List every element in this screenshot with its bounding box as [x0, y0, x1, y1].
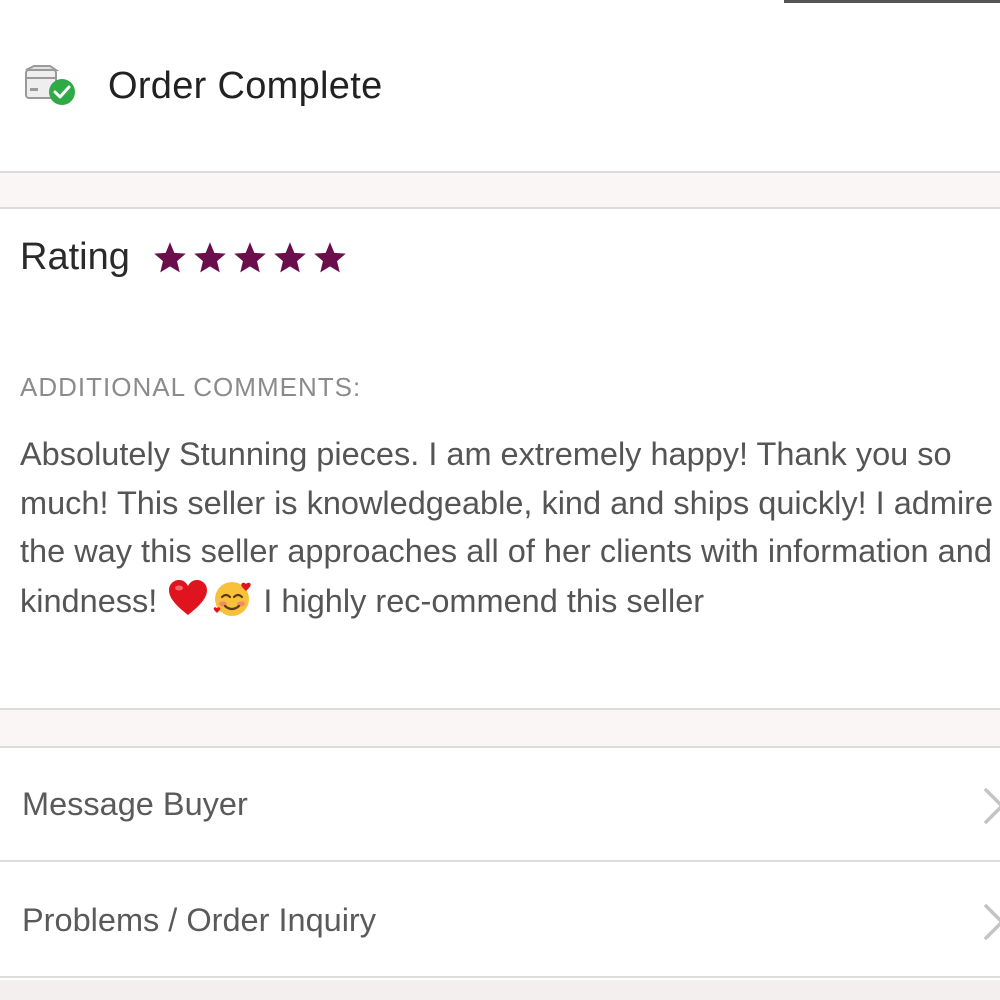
star-icon	[274, 241, 306, 272]
package-check-icon	[24, 62, 80, 110]
star-rating	[152, 240, 348, 276]
rating-row: Rating	[20, 236, 348, 279]
message-buyer-button[interactable]: Message Buyer	[0, 748, 1000, 862]
red-heart-emoji	[166, 576, 210, 620]
rating-label: Rating	[20, 236, 130, 278]
star-icon	[154, 241, 186, 272]
chevron-right-icon	[984, 788, 1000, 824]
smiling-face-with-hearts-emoji	[210, 576, 254, 620]
message-buyer-label: Message Buyer	[22, 785, 248, 822]
order-inquiry-label: Problems / Order Inquiry	[22, 901, 377, 938]
review-comment-text-end: I highly rec-ommend this seller	[263, 582, 705, 619]
order-status-title: Order Complete	[108, 64, 383, 107]
section-divider	[0, 171, 1000, 209]
review-comment: Absolutely Stunning pieces. I am extreme…	[20, 430, 995, 625]
star-icon	[314, 241, 346, 272]
order-detail-page: Order Complete Rating ADDITIONAL COMMENT…	[0, 0, 1000, 1000]
star-icon	[234, 241, 266, 272]
section-divider	[0, 708, 1000, 748]
bottom-band	[0, 980, 1000, 1000]
star-icon	[194, 241, 226, 272]
comments-heading: ADDITIONAL COMMENTS:	[20, 372, 362, 402]
order-status-header: Order Complete	[0, 0, 1000, 172]
chevron-right-icon	[984, 904, 1000, 940]
order-inquiry-button[interactable]: Problems / Order Inquiry	[0, 864, 1000, 978]
